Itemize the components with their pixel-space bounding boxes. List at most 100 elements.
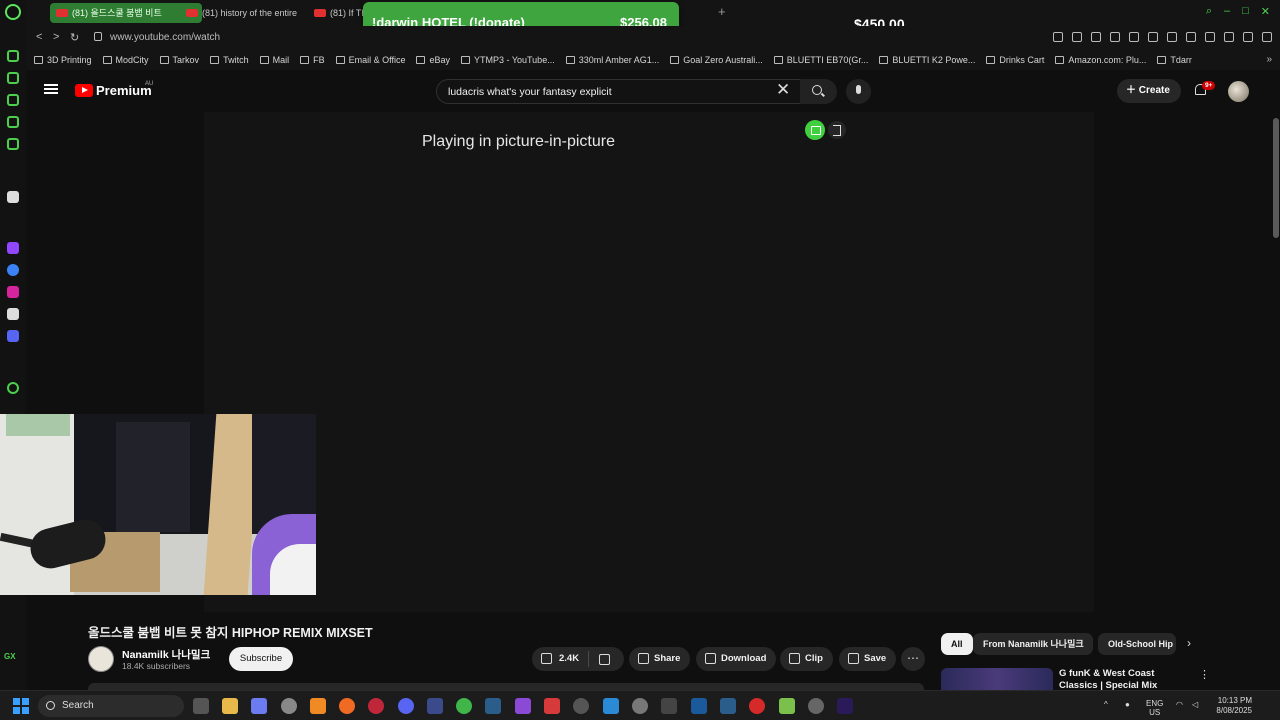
extension-icon[interactable] [1148,32,1158,42]
bookmark[interactable]: Mail [259,55,289,65]
language-indicator[interactable]: ENG US [1146,699,1163,717]
bookmark[interactable]: BLUETTI EB70(Gr... [773,55,868,65]
sidebar-app-icon[interactable] [7,138,19,150]
sidebar-app-icon[interactable] [7,72,19,84]
like-count[interactable]: 2.4K [559,647,579,671]
tray-overflow-icon[interactable]: ^ [1104,700,1108,709]
description-box[interactable] [88,683,924,690]
opera-gx-icon[interactable] [368,698,384,714]
extension-icon[interactable] [1205,32,1215,42]
page-scrollbar[interactable] [1272,112,1280,612]
extension-icon[interactable] [1224,32,1234,42]
bookmark[interactable]: ModCity [102,55,149,65]
scrollbar-thumb[interactable] [1273,118,1279,238]
extension-icon[interactable] [1186,32,1196,42]
notepad-icon[interactable] [779,698,795,714]
twitch-icon[interactable] [7,242,19,254]
sidebar-app-icon[interactable] [7,50,19,62]
account-avatar[interactable] [1228,81,1249,102]
app-icon[interactable] [456,698,472,714]
bookmark[interactable]: Tarkov [159,55,199,65]
search-button[interactable] [800,79,837,104]
dislike-icon[interactable] [599,654,610,665]
forward-button[interactable]: > [53,31,59,43]
start-button[interactable] [13,698,29,714]
more-actions-icon[interactable]: ⋯ [901,647,925,671]
like-icon[interactable] [541,653,552,664]
save-button[interactable]: Save [839,647,897,671]
chip-from-channel[interactable]: From Nanamilk 나나밀크 [973,633,1093,655]
vlc-icon[interactable] [310,698,326,714]
app-icon[interactable] [281,698,297,714]
maximize-button[interactable]: □ [1242,5,1249,18]
file-explorer-icon[interactable] [222,698,238,714]
voice-search-icon[interactable] [846,79,871,104]
discord-icon[interactable] [398,698,414,714]
browser-tab[interactable]: (81) history of the entire [180,3,304,23]
chevron-right-icon[interactable]: › [1187,636,1191,650]
bookmark[interactable]: BLUETTI K2 Powe... [879,55,975,65]
history-icon[interactable] [7,382,19,394]
task-view-icon[interactable] [193,698,209,714]
copilot-icon[interactable] [251,698,267,714]
system-clock[interactable]: 10:13 PM 8/08/2025 [1212,696,1252,716]
firefox-icon[interactable] [339,698,355,714]
app-icon[interactable] [632,698,648,714]
bookmark[interactable]: Goal Zero Australi... [670,55,763,65]
recommendation-title[interactable]: G funK & West Coast Classics | Special M… [1059,668,1189,690]
chip-old-school[interactable]: Old-School Hip [1098,633,1176,655]
discord-icon[interactable] [7,330,19,342]
minimize-button[interactable]: – [1224,5,1230,18]
sidebar-app-icon[interactable] [7,116,19,128]
bookmark[interactable]: YTMP3 - YouTube... [460,55,555,65]
x-icon[interactable] [7,308,19,320]
opera-logo-icon[interactable] [5,4,21,20]
volume-icon[interactable]: ◁ [1192,700,1198,709]
steam-icon[interactable] [720,698,736,714]
bookmark[interactable]: 3D Printing [34,55,92,65]
bookmark[interactable]: 330ml Amber AG1... [565,55,659,65]
bookmark[interactable]: FB [300,55,325,65]
bookmark[interactable]: eBay [416,55,450,65]
player-surface[interactable]: Playing in picture-in-picture [204,112,1094,612]
sidebar-app-icon[interactable] [7,191,19,203]
app-icon[interactable] [603,698,619,714]
create-button[interactable]: ＋ Create [1117,79,1181,103]
reload-button[interactable]: ↻ [70,31,79,44]
extension-icon[interactable] [1167,32,1177,42]
app-icon[interactable] [544,698,560,714]
extension-icon[interactable] [1129,32,1139,42]
close-button[interactable]: ✕ [1261,5,1270,18]
exit-pip-icon[interactable] [828,121,846,139]
pip-icon[interactable] [805,120,825,140]
settings-icon[interactable] [808,698,824,714]
chip-all[interactable]: All [941,633,973,655]
search-tabs-icon[interactable]: ⌕ [1206,5,1212,18]
youtube-logo-icon[interactable] [75,84,93,97]
wifi-icon[interactable]: ◠ [1176,700,1183,709]
premiere-icon[interactable] [837,698,853,714]
menu-icon[interactable] [1262,32,1272,42]
download-button[interactable]: Download [696,647,777,671]
taskbar-search[interactable]: Search [38,695,184,717]
extension-icon[interactable] [1110,32,1120,42]
youtube-brand[interactable]: Premium [96,83,152,98]
bookmark[interactable]: Drinks Cart [986,55,1044,65]
app-icon[interactable] [427,698,443,714]
sidebar-app-icon[interactable] [7,94,19,106]
gx-label[interactable]: GX [4,652,16,661]
recommendation-thumbnail[interactable] [941,668,1053,690]
share-button[interactable]: Share [629,647,691,671]
extension-icon[interactable] [1072,32,1082,42]
recommendation-menu-icon[interactable]: ⋮ [1199,668,1210,681]
extension-icon[interactable] [1053,32,1063,42]
browser-tab[interactable]: (81) If Th [308,3,368,23]
microphone-tray-icon[interactable]: ● [1125,700,1130,709]
bookmarks-more-icon[interactable]: » [1266,54,1272,65]
extension-icon[interactable] [1243,32,1253,42]
search-input[interactable]: ludacris what's your fantasy explicit [436,79,826,104]
app-icon[interactable] [749,698,765,714]
messenger-icon[interactable] [7,264,19,276]
clip-button[interactable]: Clip [780,647,833,671]
instagram-icon[interactable] [7,286,19,298]
